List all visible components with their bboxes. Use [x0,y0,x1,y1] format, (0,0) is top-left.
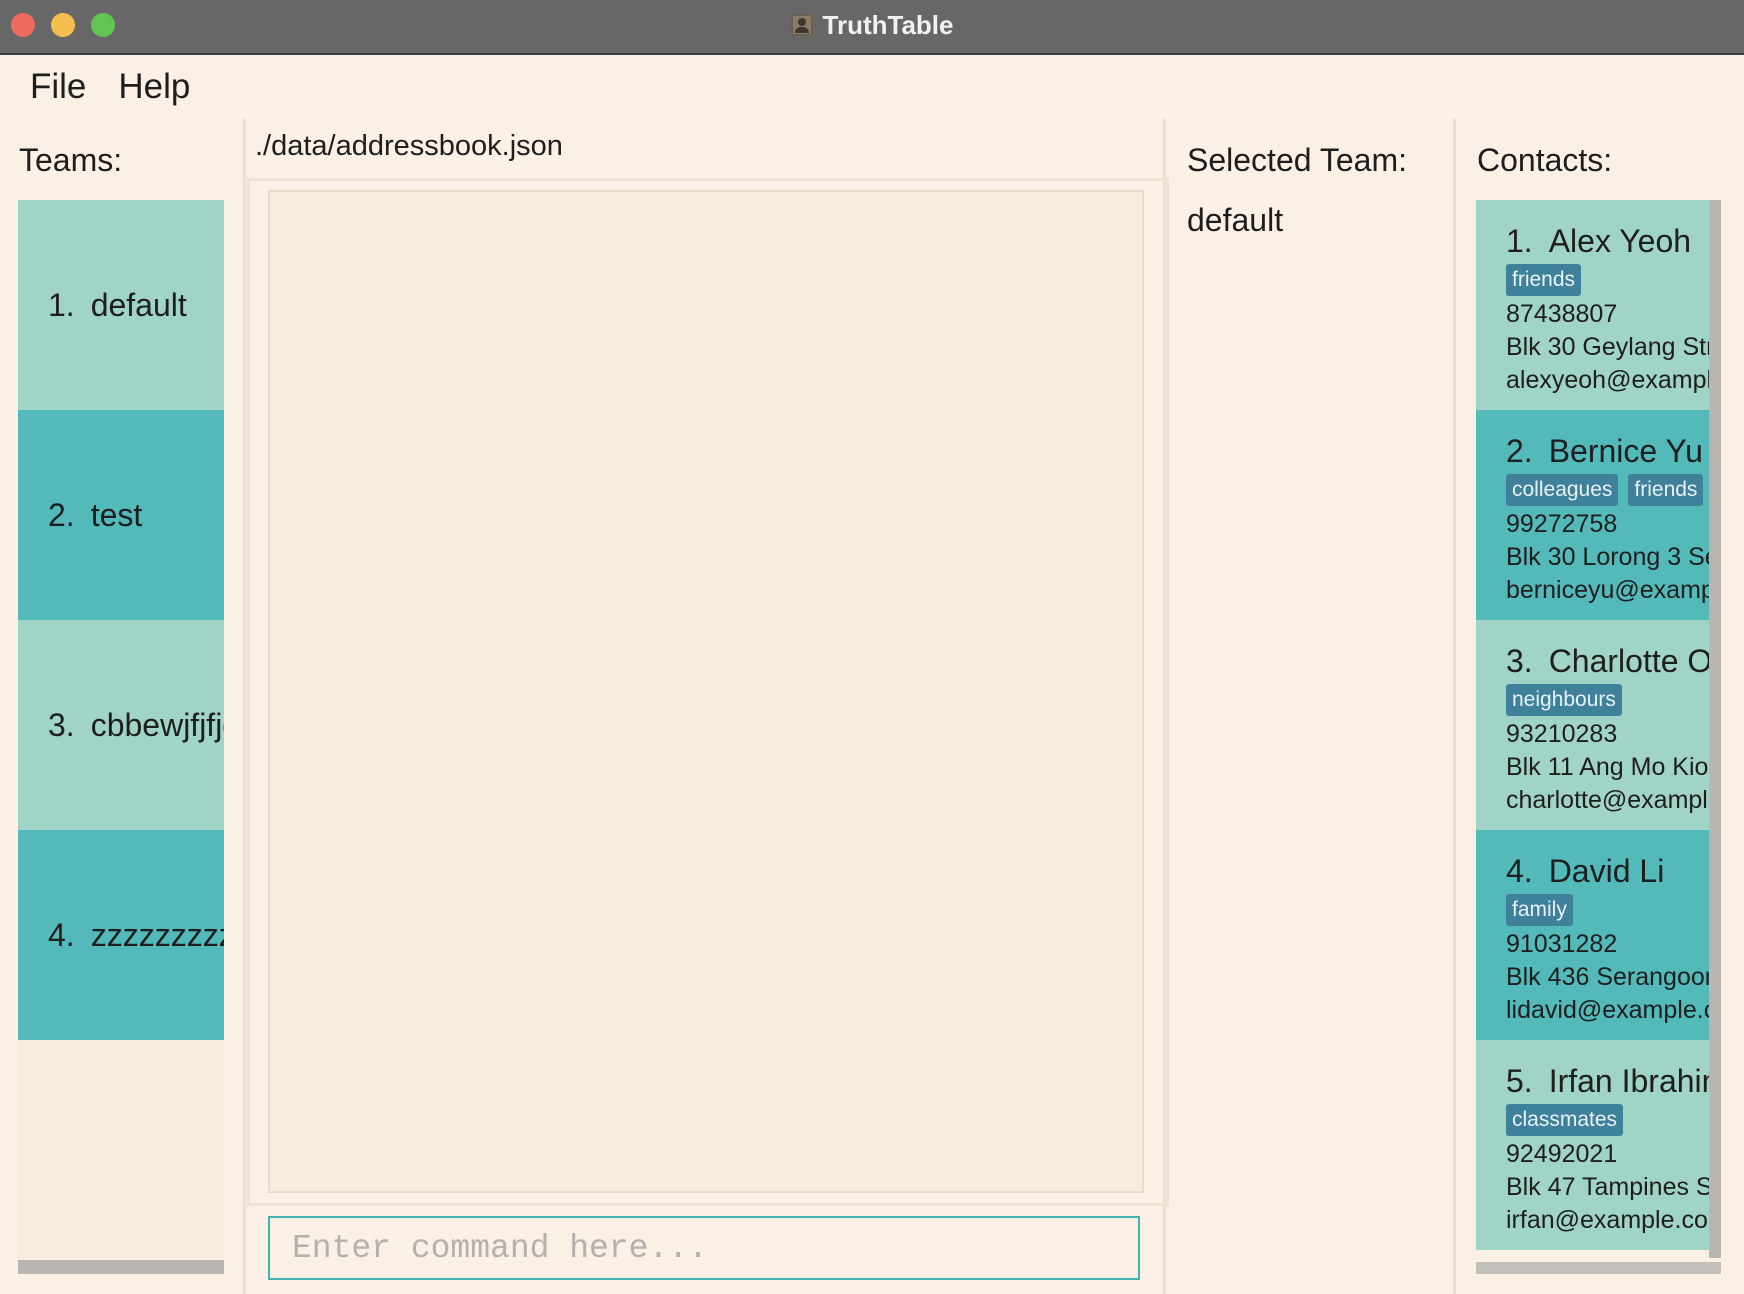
result-display[interactable] [268,190,1144,1193]
contact-phone: 92492021 [1506,1140,1618,1168]
contact-name: Charlotte Oliveiro [1548,643,1709,679]
menu-help[interactable]: Help [118,67,190,107]
contact-tag: family [1506,894,1573,926]
contact-card[interactable]: 4. David Li family 91031282 Blk 436 Seran… [1476,830,1709,1040]
contact-index: 4. [1506,853,1533,889]
contact-address: Blk 11 Ang Mo Kio Street 74 [1506,753,1709,781]
contact-phone: 87438807 [1506,300,1618,328]
teams-horizontal-scrollbar[interactable] [18,1260,224,1274]
team-index: 1. [48,286,75,323]
pane-divider[interactable] [243,119,246,1294]
contacts-label: Contacts: [1477,142,1613,178]
contact-index: 3. [1506,643,1533,679]
menu-bar: File Help [0,55,1744,119]
contact-email: berniceyu@example.com [1506,576,1709,604]
contact-name: David Li [1548,853,1665,889]
selected-team-value: default [1187,202,1284,238]
pane-divider[interactable] [1453,119,1456,1294]
contact-tag: neighbours [1506,684,1622,716]
contacts-list[interactable]: 1. Alex Yeoh friends 87438807 Blk 30 Geyl… [1476,200,1709,1258]
teams-label: Teams: [19,142,123,178]
team-name: zzzzzzzzzz [90,916,224,953]
contact-phone: 91031282 [1506,930,1618,958]
team-name: cbbewjfjfjd [90,706,224,743]
team-item[interactable]: 1. default [18,200,224,410]
contact-card[interactable]: 1. Alex Yeoh friends 87438807 Blk 30 Geyl… [1476,200,1709,410]
contact-tag: colleagues [1506,474,1619,506]
command-input[interactable] [268,1216,1140,1280]
team-name: test [90,496,143,533]
contact-card[interactable]: 2. Bernice Yu colleagues friends 99272758 … [1476,410,1709,620]
team-item[interactable]: 4. zzzzzzzzzz [18,830,224,1040]
contact-index: 2. [1506,433,1533,469]
contact-phone: 99272758 [1506,510,1618,538]
team-name: default [90,286,187,323]
team-index: 2. [48,496,75,533]
menu-file[interactable]: File [30,67,86,107]
contact-card[interactable]: 3. Charlotte Oliveiro neighbours 93210283… [1476,620,1709,830]
contact-phone: 93210283 [1506,720,1618,748]
contact-email: irfan@example.com [1506,1206,1709,1234]
contact-address: Blk 30 Lorong 3 Serangoon [1506,543,1709,571]
divider [247,1203,1163,1206]
contacts-vertical-scrollbar[interactable] [1709,200,1721,1258]
contact-email: charlotte@example.com [1506,786,1709,814]
contact-tag: friends [1506,264,1582,296]
team-item[interactable]: 3. cbbewjfjfjd [18,620,224,830]
contact-address: Blk 30 Geylang Street 29 [1506,333,1709,361]
contact-name: Irfan Ibrahim [1548,1063,1709,1099]
contact-card[interactable]: 5. Irfan Ibrahim classmates 92492021 Blk … [1476,1040,1709,1250]
file-path: ./data/addressbook.json [255,130,563,162]
selected-team-label: Selected Team: [1187,142,1407,178]
contact-address: Blk 47 Tampines Street 20 [1506,1173,1709,1201]
contact-tag: friends [1628,474,1704,506]
contact-name: Alex Yeoh [1548,223,1692,259]
contact-index: 1. [1506,223,1533,259]
contact-email: alexyeoh@example.com [1506,366,1709,394]
app-icon [790,14,813,36]
title-bar: TruthTable [0,0,1744,55]
contact-name: Bernice Yu [1548,433,1703,469]
contact-address: Blk 436 Serangoon Gardens [1506,963,1709,991]
teams-list[interactable]: 1. default 2. test 3. cbbewjfjfjd 4. zzzzzzz… [18,200,224,1258]
contact-email: lidavid@example.com [1506,996,1709,1024]
team-index: 4. [48,916,75,953]
window-title: TruthTable [822,9,954,40]
contacts-horizontal-scrollbar[interactable] [1476,1262,1721,1274]
contact-index: 5. [1506,1063,1533,1099]
team-item[interactable]: 2. test [18,410,224,620]
contact-tag: classmates [1506,1104,1624,1136]
team-index: 3. [48,706,75,743]
